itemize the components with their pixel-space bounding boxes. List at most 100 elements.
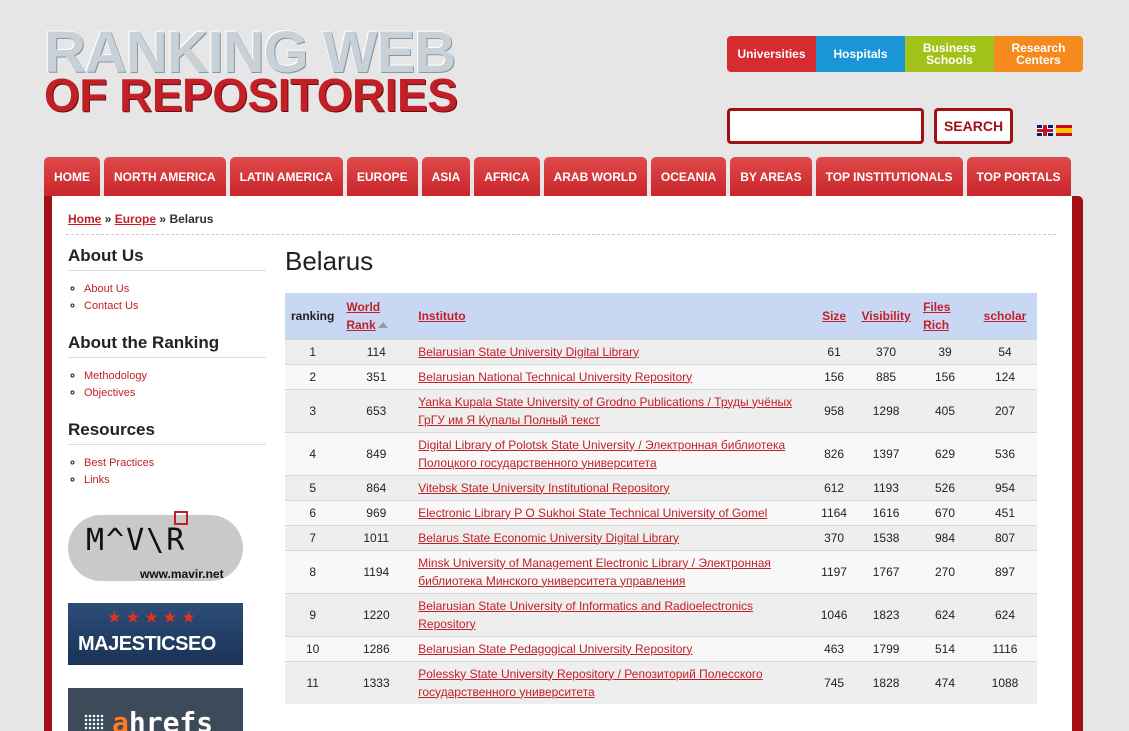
sort-size-link[interactable]: Size	[822, 309, 846, 323]
table-row: 3 653 Yanka Kupala State University of G…	[285, 388, 1037, 432]
sidebar-link-about-us[interactable]: About Us	[84, 283, 129, 295]
institution-link[interactable]: Yanka Kupala State University of Grodno …	[418, 395, 792, 427]
nav-asia[interactable]: ASIA	[421, 157, 471, 196]
ahrefs-dots-icon	[84, 714, 104, 731]
page-title: Belarus	[285, 246, 374, 276]
cell-size: 61	[813, 338, 856, 364]
institution-link[interactable]: Belarusian State University Digital Libr…	[418, 345, 639, 359]
sidebar-link-links[interactable]: Links	[84, 474, 110, 486]
cell-instituto: Belarusian State University of Informati…	[412, 592, 814, 636]
sidebar-link-best-practices[interactable]: Best Practices	[84, 457, 154, 469]
cell-files-rich: 39	[917, 338, 973, 364]
cell-ranking: 11	[285, 660, 341, 704]
cell-scholar: 807	[972, 524, 1037, 550]
nav-arab-world[interactable]: ARAB WORLD	[543, 157, 647, 196]
cell-world-rank: 1194	[340, 549, 413, 593]
sidebar-ranking-list: Methodology Objectives	[68, 368, 266, 402]
institution-link[interactable]: Belarusian State University of Informati…	[418, 599, 753, 631]
institution-link[interactable]: Belarus State Economic University Digita…	[418, 531, 679, 545]
mavir-banner[interactable]: M^V\R www.mavir.net	[68, 507, 243, 587]
cell-scholar: 207	[972, 388, 1037, 432]
nav-africa[interactable]: AFRICA	[474, 157, 540, 196]
cell-files-rich: 474	[917, 660, 973, 704]
category-hospitals[interactable]: Hospitals	[816, 36, 905, 72]
content-area: Belarus ranking World Rank Instituto Siz…	[285, 246, 1037, 704]
sidebar: About Us About Us Contact Us About the R…	[68, 246, 266, 731]
main-content-panel: Home » Europe » Belarus About Us About U…	[52, 196, 1072, 731]
search-button[interactable]: SEARCH	[934, 108, 1013, 144]
list-item: Links	[84, 472, 266, 489]
cell-size: 370	[813, 524, 856, 550]
ahrefs-logo-text: ahrefs	[112, 706, 213, 731]
nav-europe[interactable]: EUROPE	[346, 157, 418, 196]
sort-rank-link[interactable]: Rank	[346, 318, 375, 332]
ahrefs-letters-rest: hrefs	[128, 706, 214, 731]
breadcrumb-home-link[interactable]: Home	[68, 212, 101, 226]
sidebar-about-list: About Us Contact Us	[68, 281, 266, 315]
majestic-seo-banner[interactable]: ★★★★★ MAJESTICSEO	[68, 603, 243, 665]
cell-visibility: 1538	[855, 524, 918, 550]
col-files-rich[interactable]: Files Rich	[917, 293, 973, 339]
institution-link[interactable]: Belarusian National Technical University…	[418, 370, 692, 384]
cell-scholar: 54	[972, 338, 1037, 364]
category-universities[interactable]: Universities	[727, 36, 816, 72]
cell-world-rank: 653	[340, 388, 413, 432]
list-item: Contact Us	[84, 298, 266, 315]
institution-link[interactable]: Digital Library of Polotsk State Univers…	[418, 438, 785, 470]
ranking-table: ranking World Rank Instituto Size Visibi…	[285, 293, 1037, 704]
cell-ranking: 6	[285, 499, 341, 525]
cell-ranking: 9	[285, 592, 341, 636]
breadcrumb-europe-link[interactable]: Europe	[115, 212, 156, 226]
nav-latin-america[interactable]: LATIN AMERICA	[229, 157, 343, 196]
cell-scholar: 451	[972, 499, 1037, 525]
category-research-centers[interactable]: Research Centers	[994, 36, 1083, 72]
majestic-seo-text: MAJESTICSEO	[78, 633, 216, 655]
sort-instituto-link[interactable]: Instituto	[418, 309, 465, 323]
site-logo[interactable]: RANKING WEB OF REPOSITORIES	[44, 24, 484, 119]
table-row: 11 1333 Polessky State University Reposi…	[285, 660, 1037, 704]
nav-north-america[interactable]: NORTH AMERICA	[104, 157, 226, 196]
institution-link[interactable]: Belarusian State Pedagogical University …	[418, 642, 692, 656]
cell-files-rich: 514	[917, 635, 973, 661]
nav-home[interactable]: HOME	[44, 157, 100, 196]
spanish-flag-icon[interactable]	[1056, 125, 1072, 136]
sort-world-link[interactable]: World	[346, 300, 380, 314]
col-instituto[interactable]: Instituto	[412, 293, 814, 339]
cell-world-rank: 969	[340, 499, 413, 525]
breadcrumb: Home » Europe » Belarus	[68, 212, 213, 226]
english-flag-icon[interactable]	[1037, 125, 1053, 136]
col-visibility[interactable]: Visibility	[855, 293, 918, 339]
category-business-schools[interactable]: Business Schools	[905, 36, 994, 72]
table-row: 8 1194 Minsk University of Management El…	[285, 549, 1037, 593]
cell-world-rank: 849	[340, 431, 413, 475]
stars-icon: ★★★★★	[108, 609, 201, 625]
cell-ranking: 3	[285, 388, 341, 432]
table-row: 10 1286 Belarusian State Pedagogical Uni…	[285, 635, 1037, 661]
sort-visibility-link[interactable]: Visibility	[862, 309, 911, 323]
nav-oceania[interactable]: OCEANIA	[650, 157, 727, 196]
sidebar-link-contact-us[interactable]: Contact Us	[84, 300, 138, 312]
cell-files-rich: 405	[917, 388, 973, 432]
nav-by-areas[interactable]: BY AREAS	[730, 157, 812, 196]
sort-rich-link[interactable]: Rich	[923, 318, 949, 332]
main-nav: HOME NORTH AMERICA LATIN AMERICA EUROPE …	[44, 157, 1071, 196]
sort-files-link[interactable]: Files	[923, 300, 950, 314]
nav-top-institutionals[interactable]: TOP INSTITUTIONALS	[815, 157, 963, 196]
sidebar-link-methodology[interactable]: Methodology	[84, 370, 147, 382]
col-world-rank[interactable]: World Rank	[340, 293, 413, 339]
sidebar-link-objectives[interactable]: Objectives	[84, 387, 135, 399]
col-size[interactable]: Size	[813, 293, 856, 339]
institution-link[interactable]: Minsk University of Management Electroni…	[418, 556, 771, 588]
nav-top-portals[interactable]: TOP PORTALS	[966, 157, 1071, 196]
ahrefs-banner[interactable]: ahrefs	[68, 688, 243, 731]
institution-link[interactable]: Vitebsk State University Institutional R…	[418, 481, 669, 495]
institution-link[interactable]: Polessky State University Repository / Р…	[418, 667, 762, 699]
cell-size: 958	[813, 388, 856, 432]
cell-size: 612	[813, 474, 856, 500]
breadcrumb-divider	[66, 234, 1056, 235]
col-scholar[interactable]: scholar	[972, 293, 1037, 339]
search-input[interactable]	[727, 108, 924, 144]
breadcrumb-current: Belarus	[169, 212, 214, 226]
sort-scholar-link[interactable]: scholar	[984, 309, 1027, 323]
institution-link[interactable]: Electronic Library P O Sukhoi State Tech…	[418, 506, 767, 520]
